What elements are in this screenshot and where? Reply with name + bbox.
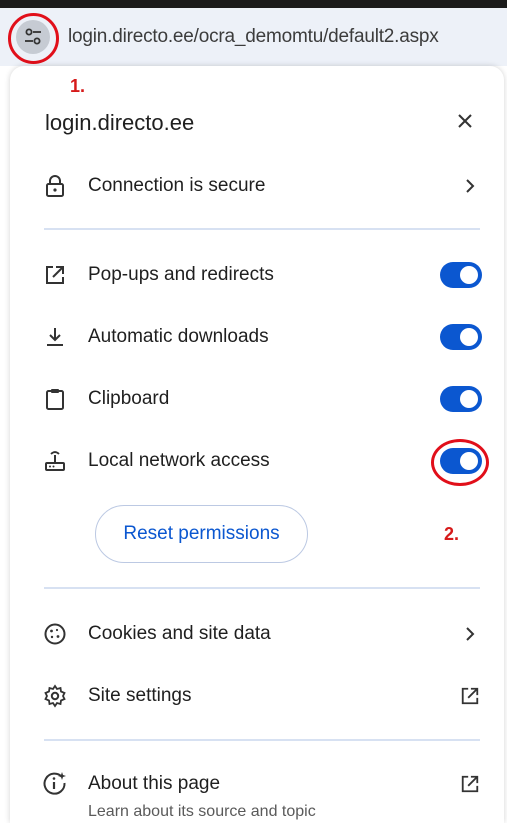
cookie-icon (40, 619, 70, 649)
permission-label: Local network access (88, 450, 270, 471)
router-icon (40, 446, 70, 476)
permission-label: Pop-ups and redirects (88, 264, 274, 285)
toggle-knob (460, 452, 478, 470)
permission-row-clipboard: Clipboard (40, 377, 490, 421)
gear-icon (40, 681, 70, 711)
permission-row-local-network: Local network access (40, 439, 490, 483)
open-in-new-icon (450, 769, 490, 799)
reset-permissions-button[interactable]: Reset permissions (95, 505, 308, 563)
open-in-new-icon (450, 681, 490, 711)
popups-toggle[interactable] (440, 262, 482, 288)
clipboard-toggle[interactable] (440, 386, 482, 412)
close-button[interactable] (452, 108, 478, 134)
chevron-right-icon (450, 171, 490, 201)
cookies-row[interactable]: Cookies and site data (40, 612, 490, 656)
address-url[interactable]: login.directo.ee/ocra_demomtu/default2.a… (68, 26, 439, 48)
cookies-label: Cookies and site data (88, 623, 271, 644)
site-info-button[interactable] (16, 20, 50, 54)
connection-label: Connection is secure (88, 175, 266, 196)
connection-row[interactable]: Connection is secure (40, 164, 490, 208)
permission-label: Automatic downloads (88, 326, 269, 347)
popup-title: login.directo.ee (45, 110, 195, 135)
divider (44, 587, 480, 589)
lock-icon (40, 171, 70, 201)
permission-row-popups: Pop-ups and redirects (40, 253, 490, 297)
annotation-marker-1: 1. (70, 76, 86, 96)
address-bar-area: login.directo.ee/ocra_demomtu/default2.a… (0, 0, 507, 66)
annotation-marker-2: 2. (444, 524, 460, 544)
clipboard-icon (40, 384, 70, 414)
info-icon (40, 769, 70, 799)
permission-row-downloads: Automatic downloads (40, 315, 490, 359)
close-icon (458, 114, 472, 128)
chevron-right-icon (450, 619, 490, 649)
about-page-sublabel: Learn about its source and topic (88, 803, 316, 820)
downloads-toggle[interactable] (440, 324, 482, 350)
toggle-knob (460, 266, 478, 284)
divider (44, 228, 480, 230)
local-network-toggle[interactable] (440, 448, 482, 474)
toggle-knob (460, 390, 478, 408)
tune-icon (25, 28, 41, 45)
site-settings-row[interactable]: Site settings (40, 674, 490, 718)
permission-label: Clipboard (88, 388, 170, 409)
about-page-label: About this page (88, 773, 221, 794)
download-icon (40, 322, 70, 352)
about-page-row[interactable]: About this page (40, 762, 490, 806)
open-in-new-icon (40, 260, 70, 290)
site-settings-label: Site settings (88, 685, 192, 706)
divider (44, 739, 480, 741)
toggle-knob (460, 328, 478, 346)
